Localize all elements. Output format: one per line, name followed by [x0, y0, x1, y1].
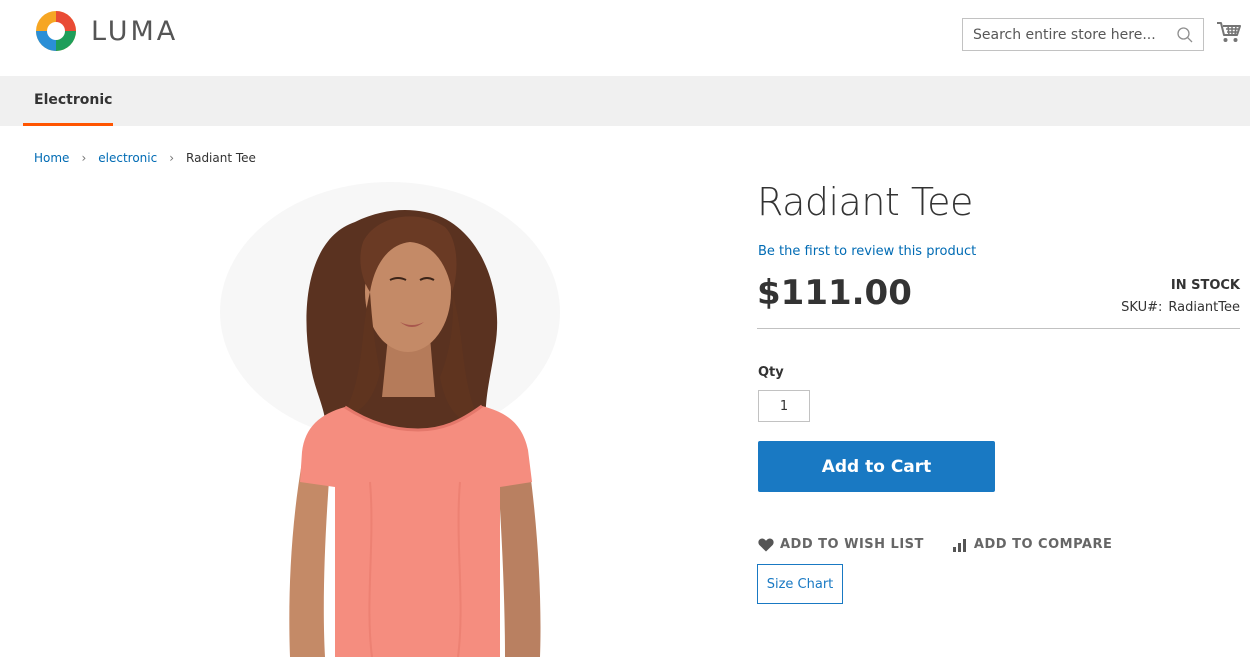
product-photo: [220, 182, 560, 657]
qty-input[interactable]: [758, 390, 810, 422]
size-chart-button[interactable]: Size Chart: [757, 564, 843, 604]
store-logo[interactable]: LUMA: [35, 10, 178, 52]
main-navigation: Electronic: [0, 76, 1250, 126]
product-actions: ADD TO WISH LIST ADD TO COMPARE: [758, 537, 1112, 552]
wishlist-label: ADD TO WISH LIST: [780, 537, 924, 552]
product-price: $111.00: [757, 273, 912, 313]
compare-bars-icon: [952, 538, 966, 552]
breadcrumb-home[interactable]: Home: [34, 151, 69, 165]
search-input[interactable]: [963, 19, 1163, 50]
breadcrumb-separator-icon: ›: [169, 151, 175, 165]
divider: [757, 328, 1240, 329]
nav-item-electronic[interactable]: Electronic: [23, 76, 113, 126]
breadcrumb-current: Radiant Tee: [186, 151, 256, 165]
header: LUMA: [0, 0, 1250, 76]
product-image[interactable]: [160, 182, 600, 657]
breadcrumb: Home › electronic › Radiant Tee: [34, 151, 256, 165]
cart-icon[interactable]: [1216, 20, 1242, 44]
add-to-wishlist-link[interactable]: ADD TO WISH LIST: [758, 537, 924, 552]
product-title: Radiant Tee: [757, 180, 973, 224]
product-sku: SKU#: RadiantTee: [1121, 300, 1240, 315]
luma-logo-icon: [36, 11, 76, 51]
search-icon[interactable]: [1176, 26, 1194, 44]
stock-status: IN STOCK: [1170, 278, 1240, 293]
brand-name: LUMA: [91, 15, 179, 47]
compare-label: ADD TO COMPARE: [973, 537, 1113, 552]
nav-item-label: Electronic: [34, 92, 113, 108]
add-to-cart-button[interactable]: Add to Cart: [758, 441, 995, 492]
active-nav-indicator: [23, 123, 113, 126]
heart-icon: [758, 537, 774, 551]
breadcrumb-category[interactable]: electronic: [98, 151, 157, 165]
add-to-compare-link[interactable]: ADD TO COMPARE: [952, 537, 1112, 552]
sku-value: RadiantTee: [1168, 300, 1240, 315]
sku-label: SKU#:: [1121, 300, 1163, 315]
review-link[interactable]: Be the first to review this product: [758, 244, 976, 259]
qty-label: Qty: [758, 365, 784, 380]
breadcrumb-separator-icon: ›: [81, 151, 87, 165]
search-box: [962, 18, 1204, 51]
